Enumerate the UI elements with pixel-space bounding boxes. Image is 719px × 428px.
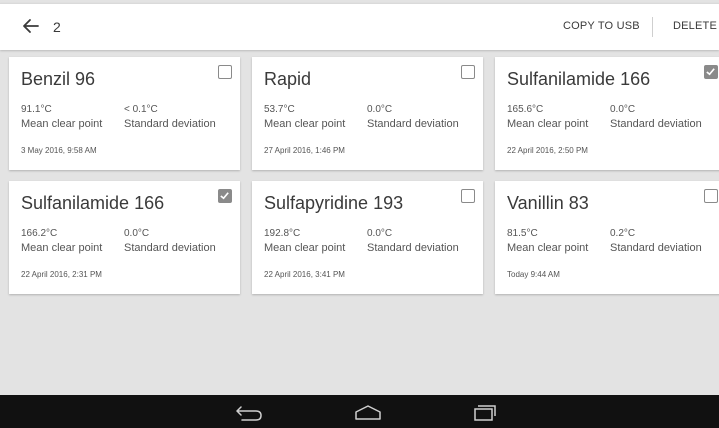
card-title: Benzil 96	[21, 69, 96, 89]
card-checkbox[interactable]	[218, 65, 232, 79]
mean-clear-point-value: 91.1°C	[21, 104, 52, 115]
result-card[interactable]: Sulfanilamide 166 165.6°C 0.0°C Mean cle…	[495, 57, 719, 170]
card-title: Sulfanilamide 166	[21, 193, 165, 213]
mean-clear-point-label: Mean clear point	[264, 242, 346, 254]
card-timestamp: Today 9:44 AM	[507, 270, 560, 279]
result-card[interactable]: Sulfanilamide 166 166.2°C 0.0°C Mean cle…	[9, 181, 240, 294]
card-checkbox[interactable]	[461, 65, 475, 79]
card-checkbox[interactable]	[704, 189, 718, 203]
card-checkbox[interactable]	[704, 65, 718, 79]
card-timestamp: 22 April 2016, 2:50 PM	[507, 146, 588, 155]
card-title: Sulfanilamide 166	[507, 69, 651, 89]
std-deviation-label: Standard deviation	[610, 118, 702, 130]
back-nav-icon	[236, 406, 262, 421]
result-card[interactable]: Rapid 53.7°C 0.0°C Mean clear point Stan…	[252, 57, 483, 170]
card-timestamp: 27 April 2016, 1:46 PM	[264, 146, 345, 155]
std-deviation-label: Standard deviation	[610, 242, 702, 254]
std-deviation-value: 0.0°C	[124, 228, 150, 239]
system-navigation-bar	[0, 395, 719, 428]
result-card[interactable]: Benzil 96 91.1°C < 0.1°C Mean clear poin…	[9, 57, 240, 170]
card-timestamp: 22 April 2016, 3:41 PM	[264, 270, 345, 279]
card-title: Sulfapyridine 193	[264, 193, 404, 213]
mean-clear-point-value: 81.5°C	[507, 228, 538, 239]
result-card[interactable]: Sulfapyridine 193 192.8°C 0.0°C Mean cle…	[252, 181, 483, 294]
std-deviation-label: Standard deviation	[124, 118, 216, 130]
mean-clear-point-value: 165.6°C	[507, 104, 544, 115]
home-nav-icon	[355, 405, 381, 420]
nav-home-button[interactable]	[353, 403, 383, 421]
std-deviation-value: < 0.1°C	[124, 104, 158, 115]
mean-clear-point-label: Mean clear point	[21, 118, 103, 130]
card-title: Vanillin 83	[507, 193, 589, 213]
mean-clear-point-label: Mean clear point	[507, 118, 589, 130]
mean-clear-point-value: 166.2°C	[21, 228, 58, 239]
std-deviation-value: 0.0°C	[610, 104, 636, 115]
card-checkbox[interactable]	[218, 189, 232, 203]
std-deviation-value: 0.2°C	[610, 228, 636, 239]
std-deviation-value: 0.0°C	[367, 104, 393, 115]
std-deviation-label: Standard deviation	[367, 242, 459, 254]
std-deviation-label: Standard deviation	[124, 242, 216, 254]
mean-clear-point-value: 53.7°C	[264, 104, 295, 115]
nav-back-button[interactable]	[232, 403, 266, 421]
mean-clear-point-label: Mean clear point	[21, 242, 103, 254]
card-timestamp: 22 April 2016, 2:31 PM	[21, 270, 102, 279]
mean-clear-point-label: Mean clear point	[507, 242, 589, 254]
checkmark-icon	[706, 68, 715, 76]
result-card[interactable]: Vanillin 83 81.5°C 0.2°C Mean clear poin…	[495, 181, 719, 294]
mean-clear-point-label: Mean clear point	[264, 118, 346, 130]
card-title: Rapid	[264, 69, 312, 89]
std-deviation-label: Standard deviation	[367, 118, 459, 130]
recents-nav-icon	[474, 405, 496, 421]
nav-recents-button[interactable]	[470, 403, 498, 421]
checkmark-icon	[220, 192, 229, 200]
card-checkbox[interactable]	[461, 189, 475, 203]
card-timestamp: 3 May 2016, 9:58 AM	[21, 146, 97, 155]
mean-clear-point-value: 192.8°C	[264, 228, 301, 239]
results-grid: Benzil 96 91.1°C < 0.1°C Mean clear poin…	[0, 0, 719, 395]
std-deviation-value: 0.0°C	[367, 228, 393, 239]
